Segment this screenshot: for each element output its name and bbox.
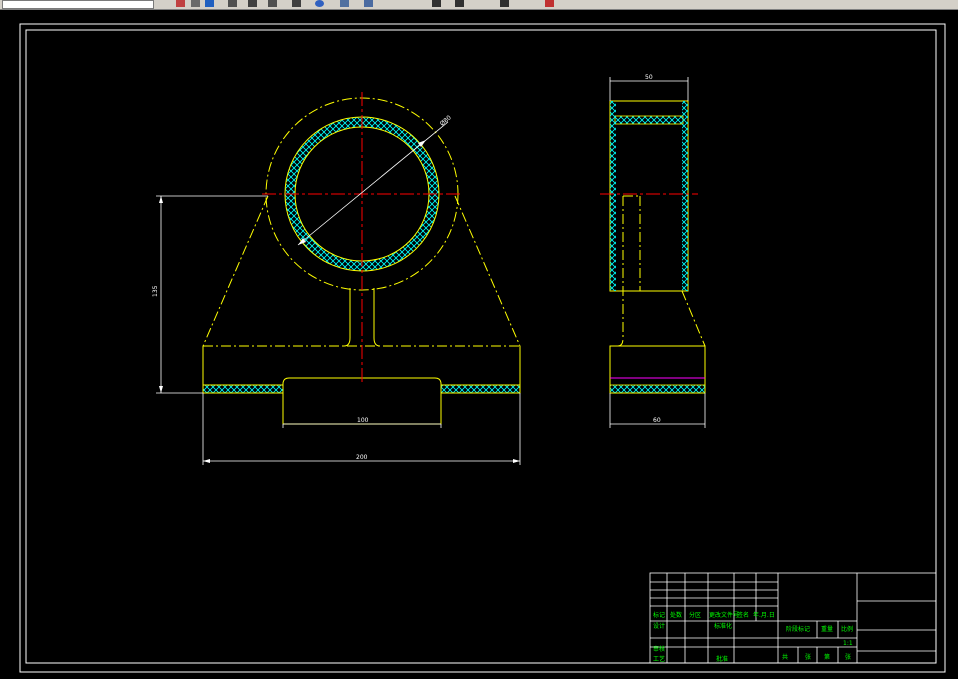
tb-checker: 审核 bbox=[653, 645, 665, 653]
side-right-hatch bbox=[682, 101, 688, 291]
base-left-hatch bbox=[202, 384, 284, 394]
undo-icon[interactable] bbox=[228, 0, 237, 7]
print-icon[interactable] bbox=[248, 0, 257, 7]
tb-weight-label: 重量 bbox=[821, 625, 833, 633]
tb-header-5: 年.月.日 bbox=[753, 611, 775, 619]
tb-scale-value: 1:1 bbox=[843, 640, 853, 647]
ortho-icon[interactable] bbox=[432, 0, 441, 7]
dim-bore-diameter: Ø80 bbox=[439, 114, 453, 127]
base-right-hatch bbox=[440, 384, 521, 394]
tb-process: 工艺 bbox=[653, 655, 665, 663]
copy-icon[interactable] bbox=[268, 0, 277, 7]
tb-stage-label: 阶段标记 bbox=[786, 625, 810, 633]
tb-sheet-1: 张 bbox=[805, 653, 811, 661]
outer-frame bbox=[19, 23, 946, 673]
side-top-block bbox=[609, 100, 689, 292]
drawing-canvas[interactable]: Ø80 135 100 200 50 60 标记 处数 分区 更改文件号 签名 … bbox=[0, 10, 958, 679]
dim-side-top-width: 50 bbox=[645, 74, 653, 81]
cad-toolbar bbox=[0, 0, 958, 10]
delete-icon[interactable] bbox=[545, 0, 554, 7]
side-web bbox=[617, 195, 706, 347]
tb-header-1: 处数 bbox=[670, 611, 682, 619]
tb-approve: 批准 bbox=[716, 655, 728, 663]
tb-sheet-0: 共 bbox=[782, 653, 788, 661]
front-centerlines bbox=[262, 92, 462, 384]
side-left-hatch bbox=[610, 101, 616, 291]
front-view: Ø80 135 100 200 bbox=[152, 92, 521, 465]
side-base-hatch bbox=[609, 384, 706, 394]
tb-scale-label: 比例 bbox=[841, 625, 853, 633]
zoom-icon[interactable] bbox=[315, 0, 324, 7]
tb-designer: 设计 bbox=[653, 622, 665, 630]
snap-icon[interactable] bbox=[364, 0, 373, 7]
tb-sheet-2: 第 bbox=[824, 653, 830, 661]
dim-slot-lines bbox=[282, 423, 442, 428]
grid-icon[interactable] bbox=[340, 0, 349, 7]
tb-header-2: 分区 bbox=[689, 611, 701, 619]
dim-height-lines bbox=[156, 195, 268, 394]
dim-front-height: 135 bbox=[152, 285, 159, 297]
dim-side-base-width: 60 bbox=[653, 417, 661, 424]
tb-standardize: 标准化 bbox=[714, 622, 732, 630]
tb-header-0: 标记 bbox=[653, 611, 665, 619]
layer-dropdown[interactable] bbox=[2, 0, 154, 9]
side-view: 50 60 bbox=[600, 74, 706, 428]
dimension-icon[interactable] bbox=[500, 0, 509, 7]
dim-front-base-width: 200 bbox=[356, 454, 368, 461]
title-block-text: 标记 处数 分区 更改文件号 签名 年.月.日 设计 标准化 阶段标记 重量 比… bbox=[653, 611, 853, 663]
side-top-hatch bbox=[614, 115, 684, 125]
color-icon[interactable] bbox=[205, 0, 214, 7]
redo-icon[interactable] bbox=[292, 0, 301, 7]
tb-header-3: 更改文件号 bbox=[709, 611, 739, 619]
properties-icon[interactable] bbox=[191, 0, 200, 7]
tb-header-4: 签名 bbox=[737, 611, 749, 619]
layer-icon[interactable] bbox=[176, 0, 185, 7]
dim-front-slot-width: 100 bbox=[357, 417, 369, 424]
draw-icon[interactable] bbox=[455, 0, 464, 7]
tb-sheet-3: 张 bbox=[845, 653, 851, 661]
